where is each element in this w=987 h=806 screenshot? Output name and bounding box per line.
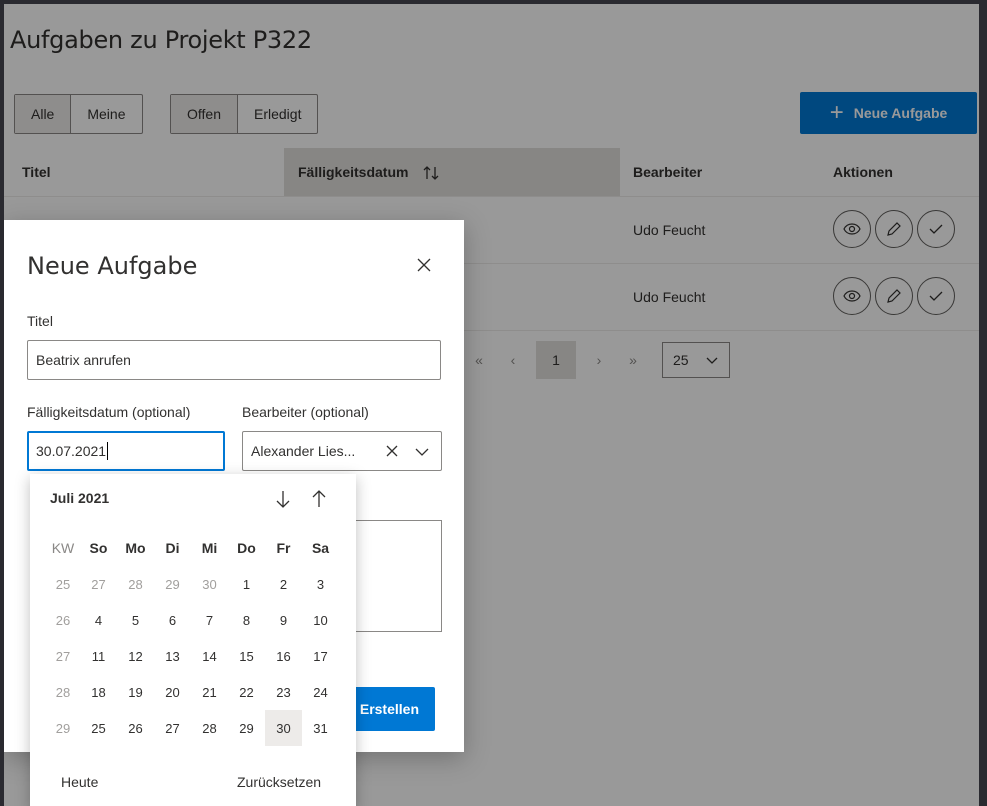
datepicker-day[interactable]: 5 (117, 602, 154, 638)
datepicker-day[interactable]: 7 (191, 602, 228, 638)
datepicker-day[interactable]: 24 (302, 674, 339, 710)
weekday-header: Mo (125, 540, 146, 556)
datepicker-day[interactable]: 25 (80, 710, 117, 746)
datepicker-day[interactable]: 12 (117, 638, 154, 674)
datepicker-day[interactable]: 6 (154, 602, 191, 638)
datepicker-day[interactable]: 26 (117, 710, 154, 746)
today-button[interactable]: Heute (61, 774, 98, 790)
datepicker-day[interactable]: 27 (154, 710, 191, 746)
datepicker-day[interactable]: 15 (228, 638, 265, 674)
week-number: 25 (55, 576, 71, 592)
datepicker-day[interactable]: 11 (80, 638, 117, 674)
datepicker-day[interactable]: 29 (154, 566, 191, 602)
arrow-up-icon[interactable] (308, 488, 330, 510)
datepicker-day[interactable]: 3 (302, 566, 339, 602)
due-date-label: Fälligkeitsdatum (optional) (27, 404, 191, 420)
task-list-page: Aufgaben zu Projekt P322 Alle Meine Offe… (4, 4, 979, 806)
chevron-down-icon[interactable] (413, 443, 431, 461)
datepicker-grid: KW So Mo Di Mi Do Fr Sa 25 27 28 29 30 1 2 3 26 4 5 6 7 8 9 10… (46, 530, 339, 746)
datepicker-month: Juli (50, 490, 75, 506)
datepicker-day[interactable]: 21 (191, 674, 228, 710)
datepicker-popup: Juli 2021 KW So Mo Di Mi Do Fr Sa 25 27 28 29 30 1 2 3… (30, 474, 356, 806)
close-icon[interactable] (412, 253, 436, 277)
datepicker-day[interactable]: 27 (80, 566, 117, 602)
week-number: 29 (55, 720, 71, 736)
datepicker-year: 2021 (78, 490, 110, 506)
week-number: 27 (55, 648, 71, 664)
weekday-header: Mi (201, 540, 218, 556)
datepicker-day[interactable]: 28 (117, 566, 154, 602)
datepicker-day[interactable]: 14 (191, 638, 228, 674)
title-input-value: Beatrix anrufen (36, 352, 131, 368)
assignee-combobox[interactable]: Alexander Lies... (242, 431, 442, 471)
title-label: Titel (27, 313, 53, 329)
weekday-header: Sa (311, 540, 330, 556)
reset-button[interactable]: Zurücksetzen (237, 774, 321, 790)
datepicker-week-row: 25 27 28 29 30 1 2 3 (46, 566, 339, 602)
datepicker-week-row: 26 4 5 6 7 8 9 10 (46, 602, 339, 638)
weekday-header: Fr (276, 540, 291, 556)
datepicker-day[interactable]: 9 (265, 602, 302, 638)
due-date-input[interactable]: 30.07.2021 (27, 431, 225, 471)
datepicker-day[interactable]: 28 (191, 710, 228, 746)
assignee-value: Alexander Lies... (251, 443, 356, 459)
weekday-header: Di (165, 540, 180, 556)
datepicker-day[interactable]: 29 (228, 710, 265, 746)
datepicker-day[interactable]: 4 (80, 602, 117, 638)
week-number: 26 (55, 612, 71, 628)
assignee-label: Bearbeiter (optional) (242, 404, 369, 420)
datepicker-week-row: 28 18 19 20 21 22 23 24 (46, 674, 339, 710)
datepicker-day[interactable]: 30 (191, 566, 228, 602)
week-number: 28 (55, 684, 71, 700)
arrow-down-icon[interactable] (272, 488, 294, 510)
datepicker-day[interactable]: 16 (265, 638, 302, 674)
datepicker-day[interactable]: 17 (302, 638, 339, 674)
datepicker-day[interactable]: 2 (265, 566, 302, 602)
datepicker-week-row: 29 25 26 27 28 29 30 31 (46, 710, 339, 746)
dialog-title: Neue Aufgabe (27, 252, 198, 280)
datepicker-day[interactable]: 23 (265, 674, 302, 710)
due-date-input-value: 30.07.2021 (36, 443, 107, 459)
weekday-header: So (89, 540, 108, 556)
datepicker-day[interactable]: 8 (228, 602, 265, 638)
datepicker-day[interactable]: 20 (154, 674, 191, 710)
datepicker-day[interactable]: 1 (228, 566, 265, 602)
week-number-header: KW (51, 540, 75, 556)
weekday-header: Do (237, 540, 256, 556)
datepicker-day[interactable]: 31 (302, 710, 339, 746)
datepicker-day[interactable]: 22 (228, 674, 265, 710)
datepicker-day[interactable]: 10 (302, 602, 339, 638)
datepicker-day[interactable]: 30 (265, 710, 302, 746)
title-input[interactable]: Beatrix anrufen (27, 340, 441, 380)
datepicker-day[interactable]: 13 (154, 638, 191, 674)
datepicker-month-year[interactable]: Juli 2021 (50, 490, 109, 506)
datepicker-week-row: 27 11 12 13 14 15 16 17 (46, 638, 339, 674)
datepicker-day[interactable]: 19 (117, 674, 154, 710)
clear-icon[interactable] (383, 442, 401, 460)
datepicker-day[interactable]: 18 (80, 674, 117, 710)
